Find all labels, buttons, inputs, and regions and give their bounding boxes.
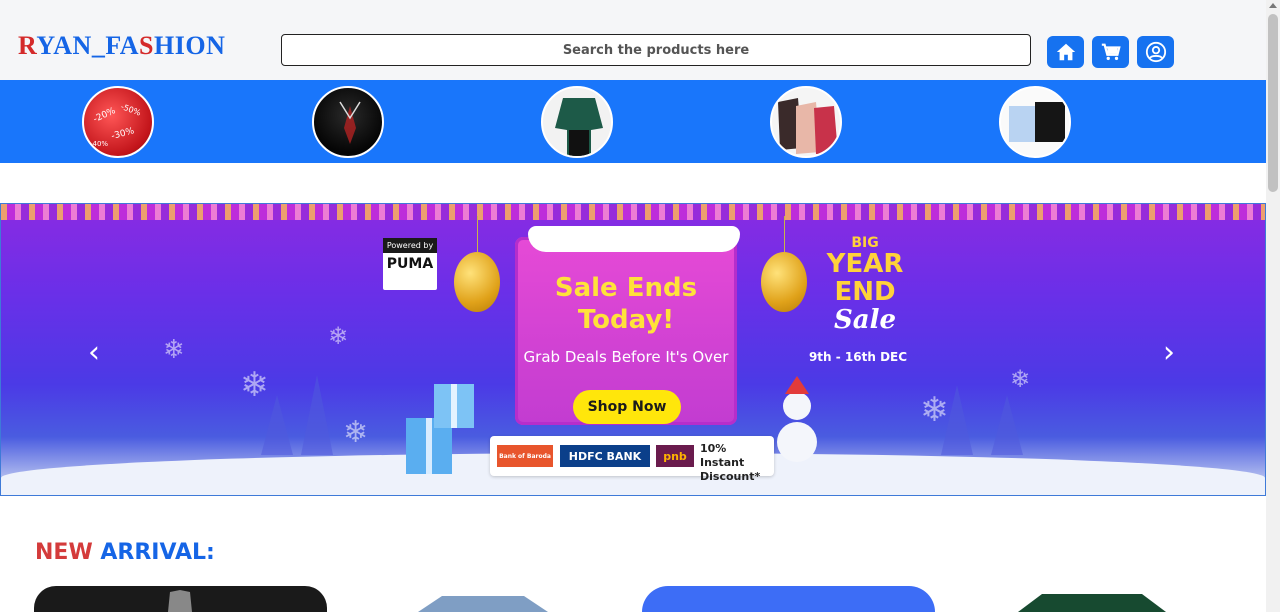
year-end-label: YEAR END [826, 249, 904, 307]
home-icon [1056, 43, 1075, 61]
sale-script-label: Sale [833, 305, 897, 335]
bauble-string [477, 216, 478, 252]
product-card[interactable] [338, 586, 631, 612]
brand-text-part2: HION [154, 31, 226, 60]
discount-line1: 10% Instant [700, 442, 745, 469]
category-shirts[interactable] [999, 86, 1071, 158]
svg-text:-40%: -40% [90, 140, 108, 148]
product-image [1018, 594, 1166, 612]
garland-decoration [1, 204, 1265, 220]
bank-offers-bar: Bank of Baroda HDFC BANK pnb 10% Instant… [490, 436, 774, 483]
sale-subtitle: Grab Deals Before It's Over [523, 348, 729, 366]
bauble-string [784, 216, 785, 252]
bank-of-baroda-logo: Bank of Baroda [497, 445, 553, 467]
account-button[interactable] [1137, 36, 1174, 68]
snowflake-icon: ❄ [328, 322, 349, 350]
big-label: BIG [851, 235, 879, 251]
svg-text:-30%: -30% [110, 126, 135, 142]
snowflake-icon: ❄ [920, 390, 949, 430]
shirts-image [1009, 102, 1065, 142]
home-button[interactable] [1047, 36, 1084, 68]
dress-image [555, 98, 603, 156]
tree-decoration [301, 375, 333, 455]
new-arrival-heading: NEW ARRIVAL: [35, 540, 215, 565]
brand-logo[interactable]: RYAN_FASHION [18, 31, 225, 61]
board-snow [528, 226, 740, 252]
user-icon [1145, 41, 1166, 63]
page-scrollbar[interactable] [1266, 0, 1280, 612]
site-header: RYAN_FASHION Search the products here [0, 0, 1266, 80]
scroll-up-arrow-icon[interactable] [1269, 3, 1277, 8]
bauble-ornament [454, 252, 500, 312]
pnb-logo: pnb [656, 445, 694, 467]
carousel-next-button[interactable]: › [1163, 335, 1175, 370]
sale-title-line2: Today! [577, 305, 675, 335]
sale-title: Sale Ends Today! [515, 272, 737, 336]
cart-icon [1101, 43, 1121, 61]
sale-dates: 9th - 16th DEC [808, 350, 908, 364]
snowflake-icon: ❄ [163, 335, 185, 365]
search-placeholder: Search the products here [562, 42, 750, 58]
new-arrival-word1: NEW [35, 540, 93, 565]
sale-title-line1: Sale Ends [554, 273, 698, 303]
search-input[interactable]: Search the products here [281, 34, 1031, 66]
hdfc-bank-logo: HDFC BANK [560, 445, 650, 467]
product-card[interactable] [34, 586, 327, 612]
snowflake-icon: ❄ [1010, 365, 1031, 393]
brand-letter-r: R [18, 31, 37, 60]
puma-badge: Powered by PUMA [383, 238, 437, 290]
brand-text-part1: YAN_FA [36, 31, 140, 60]
category-kids[interactable] [770, 86, 842, 158]
svg-text:-50%: -50% [120, 102, 143, 118]
suit-image [339, 101, 361, 144]
snowman-image [777, 376, 817, 462]
svg-text:-20%: -20% [92, 106, 118, 125]
discount-text: 10% Instant Discount* [700, 442, 770, 484]
gift-boxes-image [406, 384, 474, 474]
snowflake-icon: ❄ [343, 415, 369, 450]
bauble-ornament [761, 252, 807, 312]
product-image [168, 590, 192, 612]
product-card[interactable] [642, 586, 935, 612]
scroll-thumb[interactable] [1268, 14, 1278, 192]
snowflake-icon: ❄ [240, 365, 269, 405]
tree-decoration [991, 395, 1023, 455]
product-card[interactable] [946, 586, 1239, 612]
category-bar: -20% -50% -30% -40% [0, 80, 1266, 163]
shop-now-button[interactable]: Shop Now [573, 390, 681, 424]
cart-button[interactable] [1092, 36, 1129, 68]
category-women-dresses[interactable] [541, 86, 613, 158]
powered-by-label: Powered by [383, 238, 437, 253]
new-arrival-word2: ARRIVAL: [100, 540, 215, 565]
sale-tags-image: -20% -50% -30% -40% [90, 102, 143, 148]
puma-logo: PUMA [386, 256, 434, 272]
carousel-prev-button[interactable]: ‹ [88, 335, 100, 370]
category-sale[interactable]: -20% -50% -30% -40% [82, 86, 154, 158]
kids-dress-image [778, 98, 838, 154]
brand-letter-s: S [139, 31, 155, 60]
category-suits[interactable] [312, 86, 384, 158]
discount-line2: Discount* [700, 470, 761, 483]
product-image [418, 596, 548, 612]
